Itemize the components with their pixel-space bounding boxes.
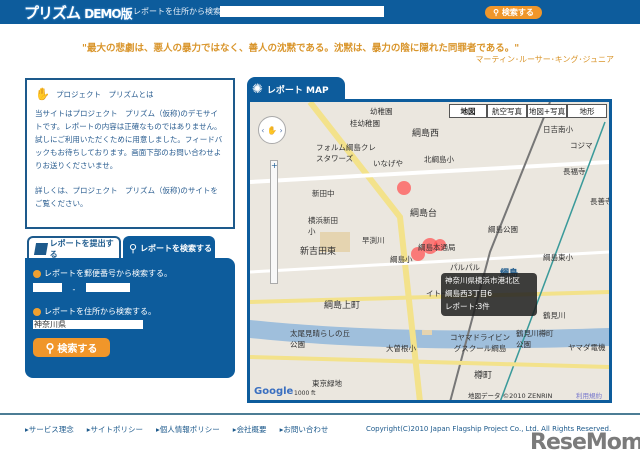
map-label: 綱島台 bbox=[410, 209, 438, 219]
footer-link[interactable]: ▸サービス理念 bbox=[25, 424, 74, 435]
google-logo: Google bbox=[254, 386, 294, 397]
step-1-icon bbox=[33, 269, 41, 278]
map-label: 日吉南小 bbox=[543, 125, 573, 134]
hand-icon: ✋ bbox=[35, 87, 50, 101]
footer-link[interactable]: ▸お問い合わせ bbox=[280, 424, 329, 435]
postal-dash: - bbox=[72, 285, 76, 294]
quote-text: "最大の悲劇は、悪人の暴力ではなく、善人の沈黙である。沈黙は、暴力の陰に隠れた同… bbox=[82, 43, 520, 54]
header-search-input[interactable] bbox=[220, 6, 384, 17]
logo[interactable]: プリズム DEMO版 bbox=[24, 2, 133, 23]
railway bbox=[449, 102, 551, 400]
map-label: 北綱島小 bbox=[424, 155, 454, 164]
address-input[interactable]: 神奈川県 bbox=[33, 320, 143, 329]
map-label: 桂幼稚園 bbox=[350, 119, 380, 128]
pan-control[interactable]: ‹ ✋ › bbox=[258, 116, 286, 144]
map-tab: ✺ レポート MAP bbox=[247, 77, 345, 101]
search-panel: レポートを郵便番号から検索する。 - レポートを住所から検索する。 神奈川県 ⚲… bbox=[25, 258, 235, 378]
postal-code-1-input[interactable] bbox=[33, 283, 62, 292]
map-type-map[interactable]: 地図 bbox=[449, 104, 487, 118]
map-label: 綱島東小 bbox=[543, 253, 573, 262]
zoom-slider[interactable]: + bbox=[270, 160, 278, 284]
header-search-button[interactable]: ⚲ 検索する bbox=[485, 6, 542, 19]
map-label: 綱島本通局 bbox=[418, 243, 456, 252]
postal-code-2-input[interactable] bbox=[85, 283, 130, 292]
footer-divider bbox=[0, 413, 640, 415]
map-label: 綱島西 bbox=[412, 129, 440, 139]
map-type-hybrid[interactable]: 地図+写真 bbox=[527, 104, 567, 118]
road bbox=[250, 160, 609, 184]
map-tooltip: 神奈川県横浜市港北区 綱島西3丁目6 レポート:3件 bbox=[441, 273, 537, 316]
map-label: パルパル bbox=[450, 263, 480, 272]
map-label: 鶴見川樽町公園 bbox=[516, 329, 554, 349]
map-label: コジマ bbox=[570, 141, 593, 150]
map-label: 長善寺 bbox=[590, 197, 612, 206]
terms-link[interactable]: 利用規約 bbox=[576, 390, 602, 400]
map[interactable]: ‹ ✋ › + 地図 航空写真 地図+写真 地形 幼稚園 桂幼稚園 綱島西 北綱… bbox=[247, 99, 612, 403]
map-label: フォルム綱島クレスタワーズ bbox=[316, 143, 376, 163]
map-label: コヤマドライビングスクール綱島 bbox=[450, 333, 510, 353]
report-marker[interactable] bbox=[397, 181, 411, 195]
about-text-2: 詳しくは、プロジェクト プリズム（仮称)のサイトをご覧ください。 bbox=[35, 186, 218, 208]
footer-links: ▸サービス理念 ▸サイトポリシー ▸個人情報ポリシー ▸会社概要 ▸お問い合わせ bbox=[25, 424, 328, 435]
map-label: 新田中 bbox=[312, 189, 335, 198]
search-icon: ⚲ bbox=[493, 8, 499, 17]
tab-search-report[interactable]: ⚲ レポートを検索する bbox=[123, 236, 215, 260]
search-icon: ⚲ bbox=[45, 340, 55, 355]
map-label: 綱島公園 bbox=[488, 225, 518, 234]
scale-bar: 1000 ft bbox=[294, 390, 316, 397]
map-attribution: 地図データ ©2010 ZENRIN bbox=[468, 392, 553, 400]
map-type-terrain[interactable]: 地形 bbox=[567, 104, 607, 118]
search-tabs: レポートを提出する ⚲ レポートを検索する bbox=[25, 236, 235, 260]
tooltip-block: 綱島西3丁目6 bbox=[445, 289, 493, 298]
header: プリズム DEMO版 レポートを住所から検索する: ⚲ 検索する bbox=[0, 0, 640, 24]
about-title: プロジェクト プリズムとは bbox=[55, 90, 154, 99]
tooltip-count: レポート:3件 bbox=[445, 302, 490, 311]
road bbox=[250, 355, 609, 369]
map-label: 東京緑地 bbox=[312, 379, 342, 388]
resemom-logo: ReseMom. bbox=[530, 430, 640, 455]
map-label: 早渕川 bbox=[362, 236, 385, 245]
postal-label: レポートを郵便番号から検索する。 bbox=[44, 269, 172, 278]
tooltip-address: 神奈川県横浜市港北区 bbox=[445, 276, 520, 285]
map-label: 大曽根小 bbox=[386, 344, 416, 353]
map-label: 横浜新田小 bbox=[308, 216, 338, 236]
map-label: 綱島上町 bbox=[324, 301, 361, 311]
map-label: 太尾見晴らしの丘公園 bbox=[290, 329, 350, 349]
footer-link[interactable]: ▸個人情報ポリシー bbox=[156, 424, 220, 435]
address-label: レポートを住所から検索する。 bbox=[44, 307, 156, 316]
map-label: 新吉田東 bbox=[300, 247, 337, 257]
map-label: 長福寺 bbox=[563, 167, 586, 176]
about-box: ✋ プロジェクト プリズムとは 当サイトはプロジェクト プリズム（仮称)のデモサイ… bbox=[25, 78, 235, 229]
map-label: 鶴見川 bbox=[543, 311, 566, 320]
footer-link[interactable]: ▸会社概要 bbox=[233, 424, 267, 435]
report-map-section: ✺ レポート MAP ‹ ✋ › + 地図 航空写真 地図+写真 地形 幼稚園 桂… bbox=[247, 77, 612, 403]
park-area bbox=[422, 330, 432, 335]
map-type-aerial[interactable]: 航空写真 bbox=[487, 104, 527, 118]
footer-link[interactable]: ▸サイトポリシー bbox=[87, 424, 143, 435]
tab-submit-report[interactable]: レポートを提出する bbox=[27, 236, 121, 260]
map-label: 綱島小 bbox=[390, 255, 413, 264]
map-label: 樽町 bbox=[474, 371, 493, 381]
flag-icon bbox=[33, 243, 48, 255]
map-label: ヤマダ電機 bbox=[568, 343, 606, 352]
compass-icon: ✺ bbox=[252, 81, 263, 97]
about-text: 当サイトはプロジェクト プリズム（仮称)のデモサイトです。レポートの内容は正確な… bbox=[35, 109, 223, 170]
step-2-icon bbox=[33, 307, 41, 316]
map-label: 幼稚園 bbox=[370, 107, 393, 116]
search-icon: ⚲ bbox=[129, 241, 138, 255]
search-button[interactable]: ⚲ 検索する bbox=[33, 338, 110, 357]
map-label: いなげや bbox=[373, 159, 403, 168]
map-type-selector: 地図 航空写真 地図+写真 地形 bbox=[449, 104, 607, 118]
quote-author: マーティン･ルーサー･キング･ジュニア bbox=[475, 55, 614, 64]
